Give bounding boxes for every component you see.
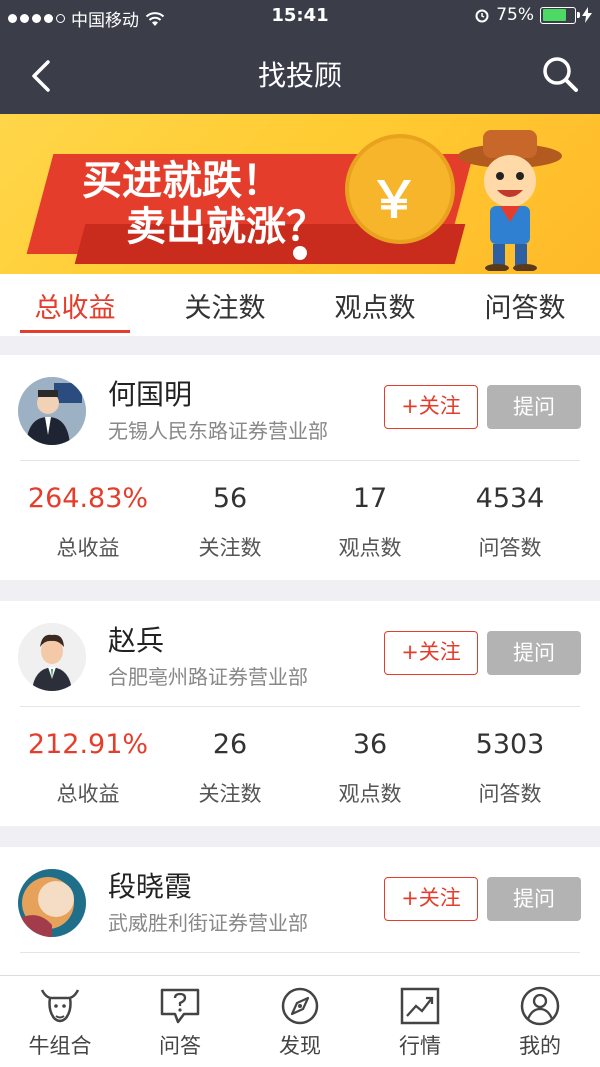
- question-bubble-icon: [160, 988, 200, 1024]
- alarm-icon: [475, 9, 489, 23]
- avatar[interactable]: [18, 623, 86, 691]
- banner-line-2: 卖出就涨？: [126, 204, 326, 250]
- stat-value: 5303: [475, 729, 545, 760]
- stat-followers: 26 关注数: [160, 729, 300, 808]
- stat-value: 264.83%: [27, 483, 149, 514]
- stat-views: 17 观点数: [300, 483, 440, 562]
- battery-fill: [542, 9, 566, 21]
- ask-button[interactable]: 提问: [487, 631, 581, 675]
- search-icon[interactable]: [540, 54, 580, 94]
- stat-label: 问答数: [478, 536, 542, 560]
- advisor-name: 段晓霞: [108, 870, 193, 903]
- bull-icon: [40, 989, 80, 1023]
- follow-button[interactable]: +关注: [384, 631, 478, 675]
- stat-value: 17: [352, 483, 388, 514]
- active-tab-indicator: [20, 330, 130, 333]
- advisor-card[interactable]: 赵兵 合肥亳州路证券营业部 +关注 提问 212.91% 总收益 26 关注数 …: [0, 601, 600, 826]
- stat-value: 212.91%: [27, 729, 149, 760]
- cowboy-mascot-icon: [458, 130, 562, 271]
- stat-value: 56: [212, 483, 248, 514]
- bottom-tab-bar: 牛组合 问答 发现 行情 我的: [0, 975, 600, 1067]
- tabbar-label: 牛组合: [28, 1034, 92, 1058]
- ask-button[interactable]: 提问: [487, 385, 581, 429]
- stat-label: 观点数: [338, 782, 402, 806]
- follow-button[interactable]: +关注: [384, 385, 478, 429]
- tab-answers[interactable]: 问答数: [465, 286, 585, 325]
- stat-label: 总收益: [56, 782, 120, 806]
- advisor-branch: 武威胜利街证券营业部: [108, 911, 308, 935]
- tabbar-label: 问答: [159, 1034, 201, 1058]
- card-divider: [20, 706, 580, 707]
- stat-total-return: 264.83% 总收益: [18, 483, 158, 562]
- stat-label: 关注数: [198, 782, 262, 806]
- stat-total-return: 212.91% 总收益: [18, 729, 158, 808]
- stat-label: 问答数: [478, 782, 542, 806]
- chart-icon: [400, 987, 440, 1025]
- stat-value: 26: [212, 729, 248, 760]
- advisor-card[interactable]: 何国明 无锡人民东路证券营业部 +关注 提问 264.83% 总收益 56 关注…: [0, 355, 600, 580]
- tab-followers[interactable]: 关注数: [165, 286, 285, 325]
- tab-views[interactable]: 观点数: [315, 286, 435, 325]
- advisor-photo-icon: [18, 377, 86, 445]
- stat-label: 关注数: [198, 536, 262, 560]
- tabbar-item-portfolio[interactable]: 牛组合: [0, 986, 120, 1060]
- user-icon: [520, 986, 560, 1026]
- tabbar-label: 发现: [279, 1034, 321, 1058]
- page-title: 找投顾: [257, 59, 342, 92]
- yuan-symbol: ￥: [369, 171, 419, 229]
- battery-icon: [540, 6, 580, 24]
- advisor-name: 赵兵: [108, 624, 165, 657]
- card-divider: [20, 952, 580, 953]
- card-divider: [20, 460, 580, 461]
- stat-label: 观点数: [338, 536, 402, 560]
- sort-tabs: 总收益 关注数 观点数 问答数: [0, 274, 600, 336]
- nav-bar: 找投顾: [0, 32, 600, 114]
- default-avatar-icon: [18, 623, 86, 691]
- battery-percent: 75%: [496, 5, 534, 25]
- banner-line-1: 买进就跌！: [82, 158, 282, 204]
- advisor-card[interactable]: 段晓霞 武威胜利街证券营业部 +关注 提问: [0, 847, 600, 975]
- stat-followers: 56 关注数: [160, 483, 300, 562]
- stat-answers: 5303 问答数: [440, 729, 580, 808]
- status-right: 75%: [474, 5, 592, 25]
- stat-label: 总收益: [56, 536, 120, 560]
- tab-total-return[interactable]: 总收益: [15, 286, 135, 325]
- stat-value: 36: [352, 729, 388, 760]
- avatar[interactable]: [18, 869, 86, 937]
- advisor-name: 何国明: [108, 378, 193, 411]
- charging-icon: [582, 7, 592, 23]
- avatar[interactable]: [18, 377, 86, 445]
- compass-icon: [281, 987, 319, 1025]
- stat-views: 36 观点数: [300, 729, 440, 808]
- banner-page-indicator[interactable]: [293, 246, 307, 260]
- stat-value: 4534: [475, 483, 545, 514]
- advisor-photo-icon: [18, 869, 86, 937]
- follow-button[interactable]: +关注: [384, 877, 478, 921]
- tabbar-label: 行情: [399, 1034, 441, 1058]
- money-bag-icon: ￥: [345, 134, 455, 244]
- tabbar-label: 我的: [519, 1034, 561, 1058]
- promo-banner[interactable]: 买进就跌！ 卖出就涨？ ￥: [0, 114, 600, 274]
- status-bar: 中国移动 15:41 75%: [0, 0, 600, 32]
- tabbar-item-qa[interactable]: 问答: [120, 986, 240, 1060]
- stat-answers: 4534 问答数: [440, 483, 580, 562]
- tabbar-item-discover[interactable]: 发现: [240, 986, 360, 1060]
- banner-slogan: 买进就跌！ 卖出就涨？: [82, 158, 326, 250]
- advisor-branch: 合肥亳州路证券营业部: [108, 665, 308, 689]
- tabbar-item-profile[interactable]: 我的: [480, 986, 600, 1060]
- advisor-branch: 无锡人民东路证券营业部: [108, 419, 328, 443]
- ask-button[interactable]: 提问: [487, 877, 581, 921]
- tabbar-item-market[interactable]: 行情: [360, 986, 480, 1060]
